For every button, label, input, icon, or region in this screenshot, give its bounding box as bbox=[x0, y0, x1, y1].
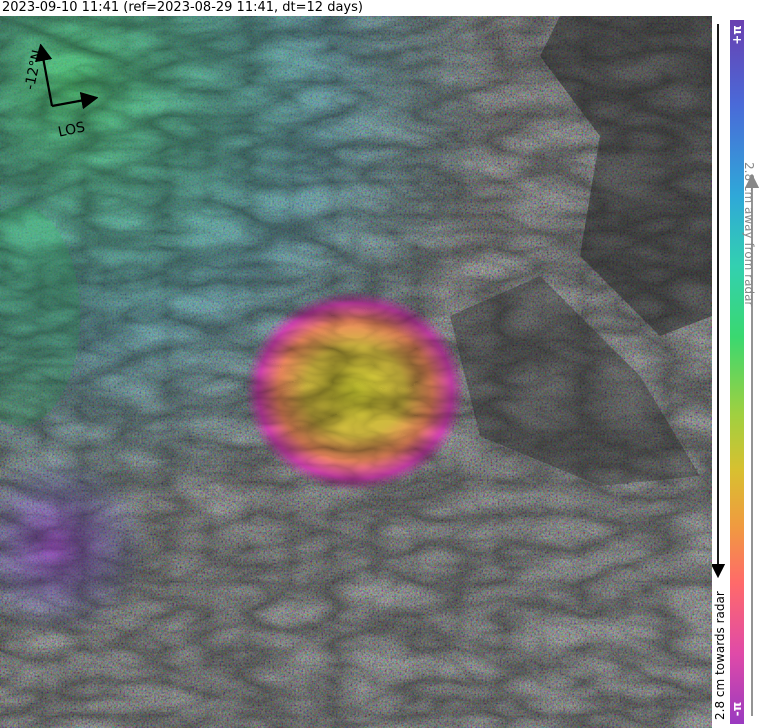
interferogram-image bbox=[0, 16, 712, 728]
towards-radar-label: 2.8 cm towards radar bbox=[713, 591, 727, 720]
interferogram-map[interactable] bbox=[0, 16, 712, 728]
image-title: 2023-09-10 11:41 (ref=2023-08-29 11:41, … bbox=[2, 0, 363, 15]
away-from-radar-label: 2.8 cm away from radar bbox=[742, 162, 756, 307]
los-arrow bbox=[51, 91, 98, 110]
